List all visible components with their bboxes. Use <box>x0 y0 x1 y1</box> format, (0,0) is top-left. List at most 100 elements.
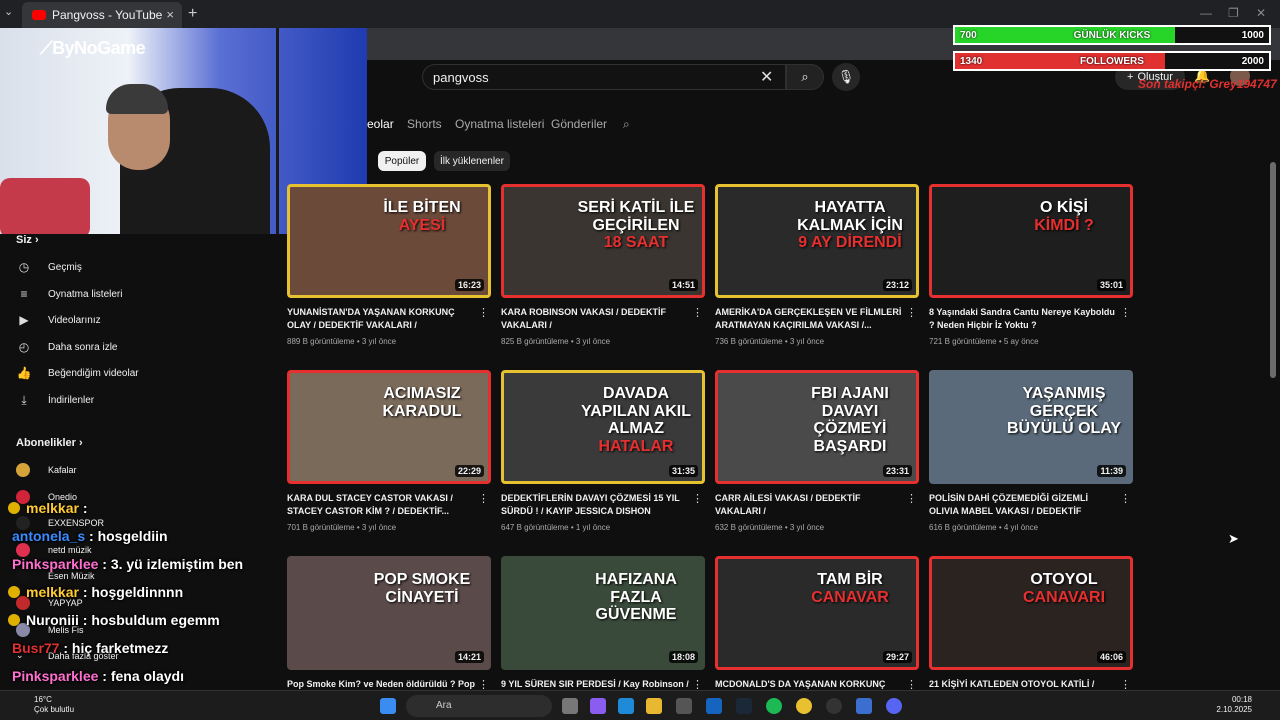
minimize-icon[interactable]: — <box>1200 6 1212 20</box>
app-icon[interactable] <box>856 698 872 714</box>
followers-goal: 2000 <box>1241 56 1264 67</box>
copilot-icon[interactable] <box>590 698 606 714</box>
video-card[interactable]: O KİŞİ KİMDİ ? 35:01 8 Yaşındaki Sandra Can… <box>929 184 1133 346</box>
tab-close-icon[interactable]: × <box>166 7 174 22</box>
sidebar-item-watch-later[interactable]: ◴ Daha sonra izle <box>16 340 118 354</box>
chat-text: : hiç farketmezz <box>63 640 169 656</box>
window-close-icon[interactable]: ✕ <box>1256 6 1266 20</box>
video-card[interactable]: ACIMASIZ KARADUL 22:29 KARA DUL STACEY CAS… <box>287 370 491 532</box>
new-tab-button[interactable]: + <box>188 5 197 23</box>
video-title[interactable]: 8 Yaşındaki Sandra Cantu Nereye Kayboldu… <box>929 306 1133 333</box>
more-options-icon[interactable]: ⋮ <box>692 306 703 319</box>
sidebar-subscriptions-heading[interactable]: Abonelikler › <box>16 437 83 449</box>
tab-videos[interactable]: eolar <box>367 117 394 131</box>
sidebar-item-playlists[interactable]: ≡ Oynatma listeleri <box>16 287 122 301</box>
outlook-icon[interactable] <box>706 698 722 714</box>
video-thumbnail[interactable]: OTOYOL CANAVARI 46:06 <box>929 556 1133 670</box>
badge-icon <box>8 502 20 514</box>
video-card[interactable]: HAFIZANA FAZLA GÜVENME 18:08 9 YIL SÜREN S… <box>501 556 705 709</box>
search-button[interactable]: ⌕ <box>786 64 824 90</box>
plus-icon: + <box>1127 71 1134 83</box>
video-card[interactable]: FBI AJANI DAVAYI ÇÖZMEYİ BAŞARDI 23:31 CAR… <box>715 370 919 532</box>
video-meta: 647 B görüntüleme • 1 yıl önce <box>501 523 611 532</box>
weather-widget[interactable]: 16°C Çok bulutlu <box>14 695 74 714</box>
video-title[interactable]: YUNANİSTAN'DA YAŞANAN KORKUNÇ OLAY / DED… <box>287 306 491 333</box>
sidebar-you-heading[interactable]: Siz › <box>16 234 39 246</box>
steam-icon[interactable] <box>736 698 752 714</box>
clear-search-icon[interactable]: ✕ <box>760 67 773 87</box>
more-options-icon[interactable]: ⋮ <box>1120 492 1131 505</box>
video-meta: 889 B görüntüleme • 3 yıl önce <box>287 337 397 346</box>
video-thumbnail[interactable]: HAFIZANA FAZLA GÜVENME 18:08 <box>501 556 705 670</box>
task-view-icon[interactable] <box>562 698 578 714</box>
tab-shorts[interactable]: Shorts <box>407 117 442 131</box>
filter-oldest[interactable]: İlk yüklenenler <box>434 151 510 171</box>
obs-icon[interactable] <box>826 698 842 714</box>
video-card[interactable]: İLE BİTEN AYESİ 16:23 YUNANİSTAN'DA YAŞANAN… <box>287 184 491 346</box>
discord-icon[interactable] <box>886 698 902 714</box>
thumbnail-caption: HAFIZANA FAZLA GÜVENME <box>576 571 696 624</box>
chat-message: Busr77 : hiç farketmezz <box>8 640 168 656</box>
more-options-icon[interactable]: ⋮ <box>478 306 489 319</box>
sidebar-item-label: Oynatma listeleri <box>48 288 123 300</box>
store-icon[interactable] <box>676 698 692 714</box>
video-thumbnail[interactable]: POP SMOKE CİNAYETİ 14:21 <box>287 556 491 670</box>
tab-search-icon[interactable]: ⌄ <box>4 5 13 18</box>
video-title[interactable]: CARR AİLESİ VAKASI / DEDEKTİF VAKALARI / <box>715 492 919 519</box>
video-duration: 22:29 <box>454 465 484 477</box>
thumbnail-text-red: CANAVARI <box>1022 588 1106 606</box>
sidebar-item-your-videos[interactable]: ▶ Videolarınız <box>16 313 100 327</box>
followers-label: FOLLOWERS <box>1080 56 1144 67</box>
search-input[interactable]: pangvoss <box>422 64 786 90</box>
browser-tab[interactable]: Pangvoss - YouTube × <box>22 2 182 28</box>
video-card[interactable]: HAYATTA KALMAK İÇİN 9 AY DİRENDİ 23:12 AMER… <box>715 184 919 346</box>
spotify-icon[interactable] <box>766 698 782 714</box>
scrollbar[interactable] <box>1270 162 1276 378</box>
sidebar-item-history[interactable]: ◷ Geçmiş <box>16 260 82 274</box>
sidebar-item-downloads[interactable]: ⤓ İndirilenler <box>16 393 94 408</box>
taskbar-search[interactable]: Ara <box>406 695 552 717</box>
folder-icon[interactable] <box>646 698 662 714</box>
video-title[interactable]: KARA DUL STACEY CASTOR VAKASI / STACEY C… <box>287 492 491 519</box>
video-card[interactable]: YAŞANMIŞ GERÇEK BÜYÜLÜ OLAY 11:39 POLİSİN … <box>929 370 1133 532</box>
chat-text: : hoşgeldinnnn <box>82 584 184 600</box>
more-options-icon[interactable]: ⋮ <box>692 492 703 505</box>
sidebar-sub-kafalar[interactable]: Kafalar <box>16 463 77 477</box>
video-thumbnail[interactable]: HAYATTA KALMAK İÇİN 9 AY DİRENDİ 23:12 <box>715 184 919 298</box>
filter-popular[interactable]: Popüler <box>378 151 426 171</box>
edge-icon[interactable] <box>618 698 634 714</box>
video-card[interactable]: DAVADA YAPILAN AKIL ALMAZ HATALAR 31:35 DED… <box>501 370 705 532</box>
video-title[interactable]: DEDEKTİFLERİN DAVAYI ÇÖZMESİ 15 YIL SÜRD… <box>501 492 705 519</box>
video-card[interactable]: TAM BİR CANAVAR 29:27 MCDONALD'S DA YAŞANAN… <box>715 556 919 709</box>
sidebar-item-liked[interactable]: 👍 Beğendiğim videolar <box>16 366 139 380</box>
start-icon[interactable] <box>380 698 396 714</box>
video-thumbnail[interactable]: O KİŞİ KİMDİ ? 35:01 <box>929 184 1133 298</box>
video-thumbnail[interactable]: SERİ KATİL İLE GEÇİRİLEN 18 SAAT 14:51 <box>501 184 705 298</box>
chrome-icon[interactable] <box>796 698 812 714</box>
video-card[interactable]: POP SMOKE CİNAYETİ 14:21 Pop Smoke Kim? ve… <box>287 556 491 709</box>
video-card[interactable]: OTOYOL CANAVARI 46:06 21 KİŞİYİ KATLEDEN OT… <box>929 556 1133 709</box>
tab-posts[interactable]: Gönderiler <box>551 117 607 131</box>
video-title[interactable]: AMERİKA'DA GERÇEKLEŞEN VE FİLMLERİ ARATM… <box>715 306 919 333</box>
video-duration: 31:35 <box>668 465 698 477</box>
video-thumbnail[interactable]: DAVADA YAPILAN AKIL ALMAZ HATALAR 31:35 <box>501 370 705 484</box>
video-thumbnail[interactable]: İLE BİTEN AYESİ 16:23 <box>287 184 491 298</box>
tab-playlists[interactable]: Oynatma listeleri <box>455 117 544 131</box>
video-thumbnail[interactable]: FBI AJANI DAVAYI ÇÖZMEYİ BAŞARDI 23:31 <box>715 370 919 484</box>
voice-search-button[interactable]: 🎙 <box>832 63 860 91</box>
video-thumbnail[interactable]: ACIMASIZ KARADUL 22:29 <box>287 370 491 484</box>
thumbnail-text-red: 18 SAAT <box>603 234 669 252</box>
clock[interactable]: 00:18 2.10.2025 <box>1216 695 1252 716</box>
video-card[interactable]: SERİ KATİL İLE GEÇİRİLEN 18 SAAT 14:51 KARA… <box>501 184 705 346</box>
more-options-icon[interactable]: ⋮ <box>1120 306 1131 319</box>
more-options-icon[interactable]: ⋮ <box>478 492 489 505</box>
more-options-icon[interactable]: ⋮ <box>906 492 917 505</box>
video-title[interactable]: KARA ROBINSON VAKASI / DEDEKTİF VAKALARI… <box>501 306 705 333</box>
more-options-icon[interactable]: ⋮ <box>906 306 917 319</box>
video-thumbnail[interactable]: TAM BİR CANAVAR 29:27 <box>715 556 919 670</box>
video-title[interactable]: POLİSİN DAHİ ÇÖZEMEDİĞİ GİZEMLİ OLIVIA M… <box>929 492 1133 519</box>
channel-search-icon[interactable]: ⌕ <box>623 117 630 132</box>
video-thumbnail[interactable]: YAŞANMIŞ GERÇEK BÜYÜLÜ OLAY 11:39 <box>929 370 1133 484</box>
sidebar-sub-netd[interactable]: netd müzik <box>16 543 92 557</box>
maximize-icon[interactable]: ❐ <box>1228 6 1239 20</box>
